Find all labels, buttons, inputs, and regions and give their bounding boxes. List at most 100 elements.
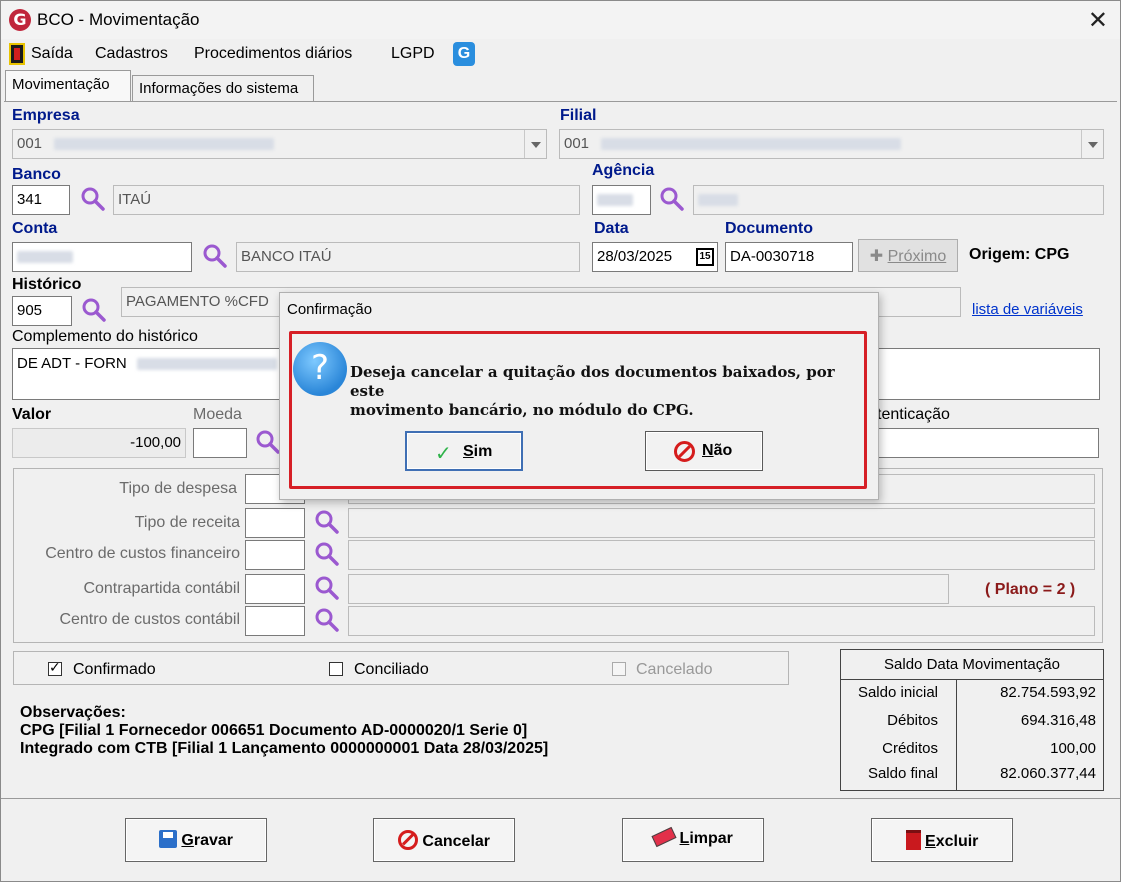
tipo-receita-input[interactable] [245, 508, 305, 538]
data-value: 28/03/2025 [597, 248, 673, 265]
centro-custos-cont-desc [348, 606, 1095, 636]
banco-code-input[interactable]: 341 [12, 185, 70, 215]
conta-label: Conta [12, 220, 58, 237]
documento-input[interactable]: DA-0030718 [725, 242, 853, 272]
window-title: BCO - Movimentação [37, 10, 200, 29]
confirmado-label: Confirmado [73, 661, 156, 678]
proximo-button[interactable]: ✚ Próximo [858, 239, 958, 272]
centro-custos-cont-input[interactable] [245, 606, 305, 636]
close-icon[interactable]: ✕ [1088, 6, 1108, 34]
lista-variaveis-link[interactable]: lista de variáveis [972, 301, 1083, 318]
agencia-code-input[interactable] [592, 185, 651, 215]
search-icon[interactable] [313, 540, 341, 568]
conta-code-input[interactable] [12, 242, 192, 272]
tab-informacoes-sistema[interactable]: Informações do sistema [132, 75, 314, 102]
saldo-row-value: 82.754.593,92 [1000, 684, 1096, 701]
contrapartida-desc [348, 574, 949, 604]
autenticacao-label: tenticação [877, 406, 950, 423]
conciliado-checkbox[interactable] [329, 662, 343, 676]
limpar-label: impar [689, 830, 733, 847]
cancelar-label: Cancelar [422, 833, 491, 850]
historico-code-input[interactable]: 905 [12, 296, 72, 326]
sim-label: im [473, 443, 493, 460]
limpar-mnemonic: L [679, 830, 690, 847]
search-icon[interactable] [313, 508, 341, 536]
nao-button[interactable]: Não [645, 431, 763, 471]
nao-label: ão [713, 442, 733, 459]
centro-custos-fin-input[interactable] [245, 540, 305, 570]
chevron-down-icon[interactable] [524, 130, 546, 158]
saldo-row-creditos: Créditos 100,00 [841, 740, 1103, 766]
search-icon[interactable] [201, 242, 229, 270]
saldo-row-label: Créditos [882, 740, 938, 757]
banco-name-field: ITAÚ [113, 185, 580, 215]
menu-saida[interactable]: Saída [31, 45, 73, 63]
limpar-button[interactable]: Limpar [622, 818, 764, 862]
observacoes-line-1: CPG [Filial 1 Fornecedor 006651 Document… [20, 722, 528, 739]
contrapartida-input[interactable] [245, 574, 305, 604]
empresa-name-redacted [54, 138, 275, 151]
centro-custos-fin-desc [348, 540, 1095, 570]
sim-button[interactable]: ✓ Sim [405, 431, 523, 471]
tab-movimentacao[interactable]: Movimentação [5, 70, 131, 101]
autenticacao-input[interactable] [877, 428, 1099, 458]
footer-divider [1, 798, 1120, 800]
saldo-row-debitos: Débitos 694.316,48 [841, 712, 1103, 738]
eraser-icon [651, 826, 677, 848]
empresa-label: Empresa [12, 107, 80, 124]
exit-door-icon[interactable] [9, 43, 25, 65]
no-icon [674, 441, 695, 462]
search-icon[interactable] [313, 606, 341, 634]
filial-value: 001 [564, 135, 590, 152]
search-icon[interactable] [254, 428, 282, 456]
menu-cadastros[interactable]: Cadastros [95, 45, 168, 63]
tipo-receita-label: Tipo de receita [134, 514, 240, 531]
observacoes-label: Observações: [20, 704, 126, 721]
menu-lgpd[interactable]: LGPD [391, 45, 435, 63]
saldo-row-value: 100,00 [1050, 740, 1096, 757]
plus-icon: ✚ [869, 246, 884, 265]
sim-mnemonic: S [463, 443, 474, 460]
saldo-row-value: 82.060.377,44 [1000, 765, 1096, 782]
search-icon[interactable] [79, 185, 107, 213]
banco-label: Banco [12, 166, 61, 183]
agencia-code-redacted [597, 194, 633, 207]
historico-label: Histórico [12, 276, 82, 293]
chevron-down-icon[interactable] [1081, 130, 1103, 158]
saldo-row-value: 694.316,48 [1020, 712, 1096, 729]
filial-label: Filial [560, 107, 597, 124]
proximo-label: Próximo [887, 248, 947, 265]
search-icon[interactable] [658, 185, 686, 213]
data-label: Data [594, 220, 629, 237]
confirmado-checkbox[interactable] [48, 660, 62, 676]
trash-icon [905, 830, 921, 850]
saldo-row-final: Saldo final 82.060.377,44 [841, 765, 1103, 791]
tipo-despesa-label: Tipo de despesa [119, 480, 237, 497]
contrapartida-label: Contrapartida contábil [83, 580, 240, 597]
saldo-row-inicial: Saldo inicial 82.754.593,92 [841, 684, 1103, 710]
g-app-icon[interactable]: G [453, 42, 475, 66]
filial-select[interactable]: 001 [559, 129, 1104, 159]
documento-label: Documento [725, 220, 813, 237]
excluir-button[interactable]: Excluir [871, 818, 1013, 862]
complemento-label: Complemento do histórico [12, 328, 198, 345]
data-input[interactable]: 28/03/2025 15 [592, 242, 718, 272]
dialog-title: Confirmação [287, 301, 373, 318]
menu-procedimentos-diarios[interactable]: Procedimentos diários [194, 45, 352, 63]
dialog-message-line-2: movimento bancário, no módulo do CPG. [350, 401, 694, 419]
plano-label: ( Plano = 2 ) [985, 581, 1076, 598]
empresa-select[interactable]: 001 [12, 129, 547, 159]
origem-label: Origem: CPG [969, 246, 1070, 263]
calendar-icon[interactable]: 15 [696, 248, 714, 266]
gravar-button[interactable]: Gravar [125, 818, 267, 862]
conta-name-field: BANCO ITAÚ [236, 242, 580, 272]
cancelar-button[interactable]: Cancelar [373, 818, 515, 862]
dialog-message: Deseja cancelar a quitação dos documento… [350, 363, 850, 420]
search-icon[interactable] [313, 574, 341, 602]
dialog-message-line-1: Deseja cancelar a quitação dos documento… [350, 363, 835, 400]
agencia-name-redacted [698, 194, 738, 207]
moeda-input[interactable] [193, 428, 247, 458]
search-icon[interactable] [80, 296, 108, 324]
complemento-redacted [136, 358, 277, 371]
gravar-label: ravar [193, 832, 234, 849]
